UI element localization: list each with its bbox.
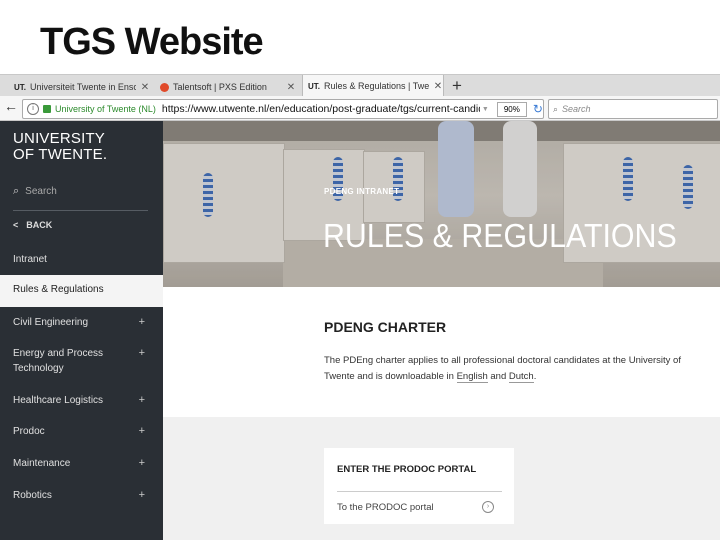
- lock-icon[interactable]: [43, 105, 51, 113]
- new-tab-button[interactable]: +: [452, 75, 462, 97]
- sidebar-item-maintenance[interactable]: Maintenance +: [13, 456, 153, 471]
- close-tab-icon[interactable]: ✕: [286, 82, 296, 93]
- tab-label: Rules & Regulations | Twent: [324, 81, 429, 91]
- back-button[interactable]: < BACK: [13, 220, 52, 230]
- zoom-level[interactable]: 90%: [496, 101, 527, 117]
- sidebar-item-prodoc[interactable]: Prodoc +: [13, 424, 153, 439]
- search-icon: ⌕: [553, 103, 559, 114]
- sidebar-search-input[interactable]: ⌕ Search: [13, 185, 57, 198]
- sidebar-item-healthcare-logistics[interactable]: Healthcare Logistics +: [13, 393, 153, 408]
- expand-plus-icon[interactable]: +: [139, 393, 145, 408]
- sidebar-item-label: Healthcare Logistics: [13, 395, 104, 406]
- tab-label: Universiteit Twente in Ensch: [30, 82, 136, 92]
- sidebar-item-rules-regulations[interactable]: Rules & Regulations: [0, 275, 163, 307]
- chevron-left-icon: <: [13, 220, 19, 230]
- sidebar-item-label: Maintenance: [13, 458, 71, 469]
- body-text: and: [487, 371, 509, 382]
- divider: [13, 210, 148, 211]
- ut-favicon-icon: UT.: [308, 81, 320, 91]
- info-icon[interactable]: i: [27, 103, 39, 115]
- sidebar-item-label: Robotics: [13, 490, 52, 501]
- sidebar-item-label: Civil Engineering: [13, 317, 89, 328]
- tab-universiteit-twente[interactable]: UT. Universiteit Twente in Ensch ✕: [14, 77, 150, 97]
- browser-tab-bar: UT. Universiteit Twente in Ensch ✕ Talen…: [0, 74, 720, 97]
- brand-line-2: OF TWENTE.: [13, 146, 108, 163]
- address-bar[interactable]: i University of Twente (NL) https://www.…: [22, 99, 544, 119]
- sidebar-item-label: Intranet: [13, 254, 47, 265]
- brand-line-1: UNIVERSITY: [13, 130, 106, 147]
- sidebar-item-energy-process-technology[interactable]: Energy and Process Technology +: [13, 346, 153, 376]
- close-tab-icon[interactable]: ✕: [140, 82, 150, 93]
- body-text: .: [533, 371, 537, 382]
- close-tab-icon[interactable]: ✕: [433, 81, 443, 92]
- site-identity[interactable]: University of Twente (NL): [55, 104, 156, 114]
- dropdown-arrow-icon[interactable]: ▼: [482, 106, 489, 113]
- english-link[interactable]: English: [456, 371, 488, 383]
- back-label: BACK: [26, 220, 53, 230]
- hero-title: RULES & REGULATIONS: [323, 217, 677, 254]
- ut-favicon-icon: UT.: [14, 82, 26, 92]
- search-icon: ⌕: [13, 185, 20, 197]
- url-text[interactable]: https://www.utwente.nl/en/education/post…: [162, 103, 480, 115]
- tab-talentsoft[interactable]: Talentsoft | PXS Edition ✕: [160, 77, 296, 97]
- search-placeholder: Search: [562, 104, 591, 114]
- university-logo[interactable]: UNIVERSITY OF TWENTE.: [13, 131, 107, 163]
- sidebar-item-robotics[interactable]: Robotics +: [13, 488, 153, 503]
- sidebar-item-label: Rules & Regulations: [13, 284, 104, 295]
- sidebar-search-placeholder: Search: [25, 186, 57, 197]
- arrow-right-icon[interactable]: ›: [482, 501, 494, 513]
- section-body: The PDEng charter applies to all profess…: [324, 353, 704, 385]
- talentsoft-favicon-icon: [160, 82, 169, 92]
- dutch-link[interactable]: Dutch: [508, 371, 534, 383]
- sidebar-item-civil-engineering[interactable]: Civil Engineering +: [13, 315, 153, 330]
- slide-title: TGS Website: [40, 21, 264, 63]
- card-title: ENTER THE PRODOC PORTAL: [337, 464, 477, 475]
- sidebar-item-intranet[interactable]: Intranet: [13, 252, 153, 267]
- expand-plus-icon[interactable]: +: [139, 488, 145, 503]
- hero-kicker: PDENG INTRANET: [324, 187, 400, 196]
- reload-icon[interactable]: ↻: [533, 102, 543, 116]
- hero-overlay: [163, 121, 720, 287]
- prodoc-portal-link[interactable]: To the PRODOC portal: [337, 502, 434, 513]
- expand-plus-icon[interactable]: +: [139, 346, 145, 361]
- expand-plus-icon[interactable]: +: [139, 424, 145, 439]
- tab-label: Talentsoft | PXS Edition: [173, 82, 267, 92]
- sidebar-item-label: Prodoc: [13, 426, 45, 437]
- expand-plus-icon[interactable]: +: [139, 315, 145, 330]
- expand-plus-icon[interactable]: +: [139, 456, 145, 471]
- charter-section: PDENG CHARTER The PDEng charter applies …: [163, 287, 720, 417]
- section-title: PDENG CHARTER: [324, 319, 447, 335]
- hero-banner: PDENG INTRANET RULES & REGULATIONS: [163, 121, 720, 287]
- sidebar: UNIVERSITY OF TWENTE. ⌕ Search < BACK Int…: [0, 121, 163, 540]
- browser-nav-bar: ← i University of Twente (NL) https://ww…: [0, 96, 720, 121]
- back-arrow-icon[interactable]: ←: [4, 98, 18, 114]
- prodoc-portal-card: ENTER THE PRODOC PORTAL To the PRODOC po…: [324, 448, 514, 524]
- sidebar-item-label: Energy and Process Technology: [13, 348, 104, 374]
- divider: [337, 491, 502, 492]
- browser-search-input[interactable]: ⌕ Search: [548, 99, 718, 119]
- tab-rules-regulations[interactable]: UT. Rules & Regulations | Twent ✕: [302, 75, 444, 97]
